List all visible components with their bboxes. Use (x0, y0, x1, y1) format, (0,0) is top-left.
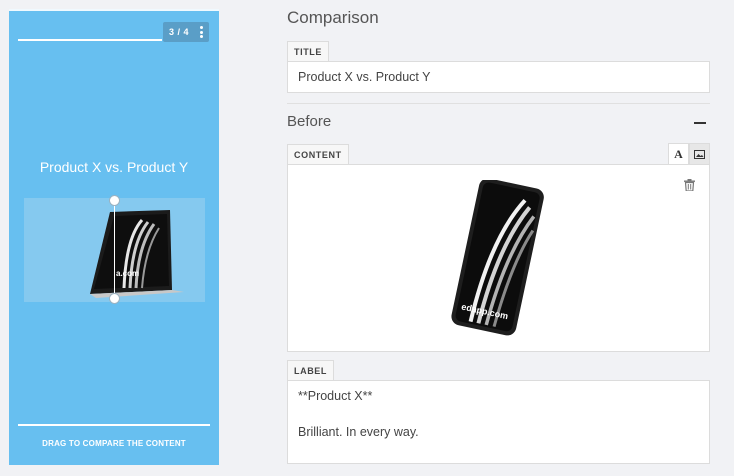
compare-slider-line[interactable] (114, 200, 115, 299)
image-type-button[interactable] (689, 143, 710, 165)
text-type-icon: A (674, 147, 683, 161)
compare-slider-bottom-handle[interactable] (109, 293, 120, 304)
bottom-divider-line (18, 424, 210, 426)
progress-line (18, 39, 162, 41)
label-input[interactable]: **Product X** Brilliant. In every way. (287, 380, 710, 464)
image-type-icon (694, 150, 705, 159)
label-field-tab: LABEL (287, 360, 334, 380)
drag-caption: DRAG TO COMPARE THE CONTENT (42, 439, 186, 448)
section-divider (287, 103, 710, 104)
page-indicator[interactable]: 3 / 4 (163, 22, 209, 42)
trash-icon[interactable] (684, 179, 695, 191)
top-progress-line (9, 9, 219, 11)
text-type-button[interactable]: A (668, 143, 689, 165)
label-line-1: **Product X** (298, 389, 373, 403)
page-indicator-text: 3 / 4 (169, 27, 190, 37)
before-section-heading[interactable]: Before (287, 113, 331, 130)
editor-heading: Comparison (287, 8, 379, 27)
label-line-2: Brilliant. In every way. (298, 425, 419, 439)
content-type-toggle: A (668, 143, 710, 165)
laptop-watermark: a.com (116, 269, 139, 278)
collapse-icon[interactable] (694, 122, 706, 124)
phone-image: edapp.com (451, 180, 544, 336)
title-field-tab: TITLE (287, 41, 329, 61)
content-field-tab: CONTENT (287, 144, 349, 164)
preview-panel: 3 / 4 Product X vs. Product Y a.com DRAG… (9, 9, 219, 465)
preview-title: Product X vs. Product Y (39, 159, 189, 175)
title-input[interactable]: Product X vs. Product Y (287, 61, 710, 93)
kebab-menu-icon[interactable] (200, 26, 203, 38)
compare-slider-top-handle[interactable] (109, 195, 120, 206)
